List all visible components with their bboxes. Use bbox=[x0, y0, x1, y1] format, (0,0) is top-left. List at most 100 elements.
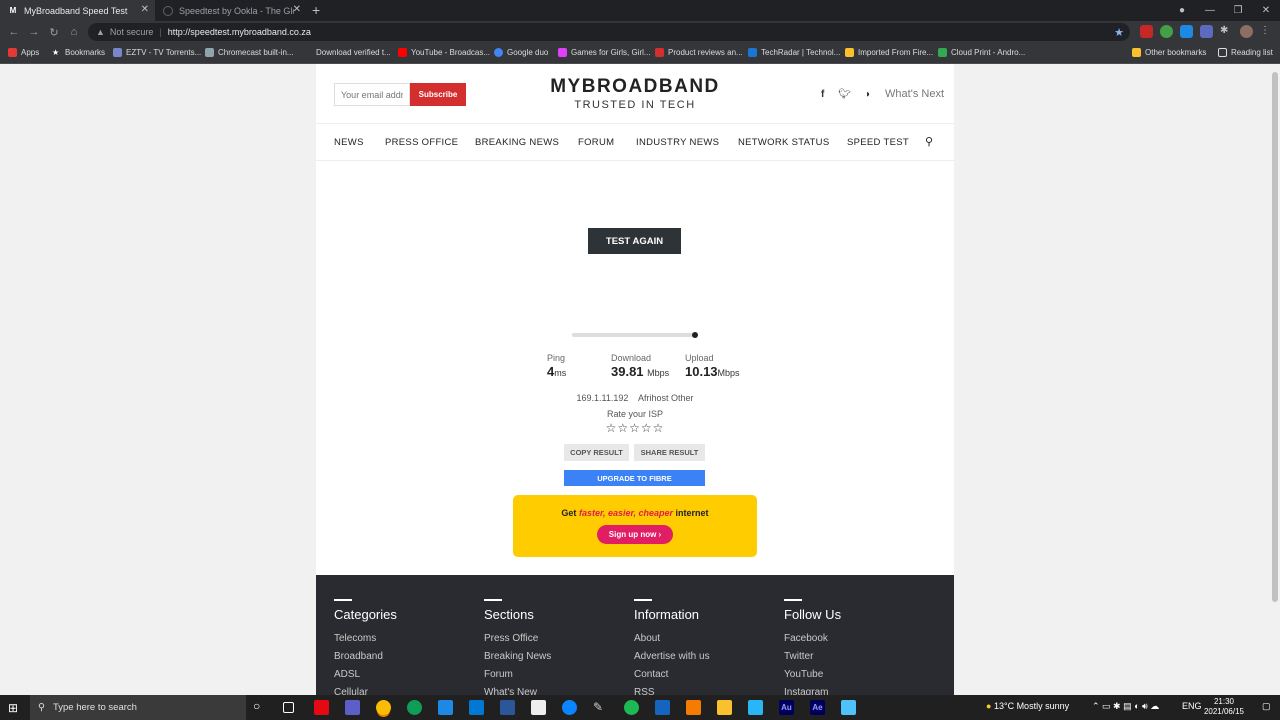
copy-result-button[interactable]: COPY RESULT bbox=[564, 444, 629, 461]
reload-icon[interactable]: ↻ bbox=[44, 26, 64, 39]
notifications-icon[interactable]: ▢ bbox=[1262, 701, 1271, 712]
nav-industry-news[interactable]: INDUSTRY NEWS bbox=[636, 137, 719, 148]
footer-link[interactable]: Telecoms bbox=[334, 633, 397, 651]
promo-banner[interactable]: Get faster, easier, cheaper internet Sig… bbox=[513, 495, 757, 557]
teams-icon[interactable] bbox=[345, 700, 360, 715]
profile-menu-icon[interactable]: ● bbox=[1168, 5, 1196, 16]
audition-icon[interactable]: Au bbox=[779, 700, 794, 715]
tray-icons[interactable]: ⌃ ▭ ✱ ▤ ◐ 🔊︎ ☁ bbox=[1092, 701, 1159, 712]
restore-icon[interactable]: ❐ bbox=[1224, 5, 1252, 16]
sign-up-button[interactable]: Sign up now › bbox=[597, 525, 673, 544]
onedrive-icon[interactable] bbox=[562, 700, 577, 715]
bookmark-bookmarks[interactable]: ★ Bookmarks bbox=[52, 48, 105, 57]
share-result-button[interactable]: SHARE RESULT bbox=[634, 444, 705, 461]
back-icon[interactable]: ← bbox=[4, 26, 24, 38]
cortana-icon[interactable]: ○ bbox=[253, 699, 268, 714]
snipping-tool-icon[interactable] bbox=[841, 700, 856, 715]
footer-link[interactable]: About bbox=[634, 633, 710, 651]
twitter-icon[interactable]: 🐦︎ bbox=[838, 89, 851, 100]
bookmark-product-reviews[interactable]: Product reviews an... bbox=[655, 48, 743, 57]
bookmark-other[interactable]: Other bookmarks bbox=[1132, 48, 1206, 57]
scrollbar-thumb[interactable] bbox=[1272, 72, 1278, 602]
nav-forum[interactable]: FORUM bbox=[578, 137, 614, 148]
menu-kebab-icon[interactable]: ⋮ bbox=[1260, 25, 1273, 38]
bookmark-games[interactable]: Games for Girls, Girl... bbox=[558, 48, 651, 57]
page-scrollbar[interactable] bbox=[1270, 64, 1280, 695]
bookmark-star-icon[interactable]: ★ bbox=[1114, 26, 1124, 39]
new-tab-icon[interactable]: + bbox=[312, 2, 320, 18]
media-player-icon[interactable] bbox=[686, 700, 701, 715]
profile-avatar[interactable] bbox=[1240, 25, 1253, 38]
minimize-icon[interactable]: — bbox=[1196, 5, 1224, 16]
footer-link[interactable]: Twitter bbox=[784, 651, 841, 669]
cast-extension-icon[interactable] bbox=[1200, 25, 1213, 38]
taskbar-search[interactable]: ⚲ Type here to search bbox=[30, 695, 246, 720]
bookmark-apps[interactable]: Apps bbox=[8, 48, 39, 57]
address-bar[interactable]: ▲ Not secure | http://speedtest.mybroadb… bbox=[88, 23, 1130, 41]
nav-speed-test[interactable]: SPEED TEST bbox=[847, 137, 909, 148]
close-window-icon[interactable]: ✕ bbox=[1252, 5, 1280, 16]
reading-list[interactable]: Reading list bbox=[1218, 48, 1273, 57]
translate-extension-icon[interactable] bbox=[1180, 25, 1193, 38]
tab-ookla[interactable]: Speedtest by Ookla - The Global ✕ bbox=[155, 0, 307, 21]
upgrade-to-fibre-button[interactable]: UPGRADE TO FIBRE bbox=[564, 470, 705, 486]
edge-icon[interactable] bbox=[407, 700, 422, 715]
nav-press-office[interactable]: PRESS OFFICE bbox=[385, 137, 458, 148]
pen-icon[interactable]: ✎ bbox=[593, 700, 608, 715]
home-icon[interactable]: ⌂ bbox=[64, 26, 84, 38]
footer-link[interactable]: What's New bbox=[484, 687, 551, 695]
word-icon[interactable] bbox=[500, 700, 515, 715]
search-icon[interactable]: ⚲ bbox=[925, 135, 933, 148]
bookmark-techradar[interactable]: TechRadar | Technol... bbox=[748, 48, 840, 57]
footer-link[interactable]: Breaking News bbox=[484, 651, 551, 669]
bookmark-eztv[interactable]: EZTV - TV Torrents... bbox=[113, 48, 201, 57]
footer-link[interactable]: Cellular bbox=[334, 687, 397, 695]
footer-link[interactable]: Facebook bbox=[784, 633, 841, 651]
pdf-extension-icon[interactable] bbox=[1140, 25, 1153, 38]
close-tab-icon[interactable]: ✕ bbox=[141, 4, 149, 15]
tab-mybroadband[interactable]: M MyBroadband Speed Test ✕ bbox=[0, 0, 155, 21]
bookmark-download[interactable]: Download verified t... bbox=[316, 48, 391, 57]
test-again-button[interactable]: TEST AGAIN bbox=[588, 228, 681, 254]
footer-link[interactable]: Contact bbox=[634, 669, 710, 687]
whats-next-link[interactable]: What's Next bbox=[885, 88, 944, 100]
facebook-icon[interactable]: f bbox=[821, 89, 824, 100]
close-tab-icon[interactable]: ✕ bbox=[293, 4, 301, 15]
notepad-icon[interactable] bbox=[748, 700, 763, 715]
rating-stars[interactable]: ☆☆☆☆☆ bbox=[316, 421, 954, 435]
after-effects-icon[interactable]: Ae bbox=[810, 700, 825, 715]
bookmark-imported[interactable]: Imported From Fire... bbox=[845, 48, 933, 57]
language-indicator[interactable]: ENG bbox=[1182, 701, 1202, 711]
footer-link[interactable]: RSS bbox=[634, 687, 710, 695]
forward-icon[interactable]: → bbox=[24, 26, 44, 38]
netflix-icon[interactable] bbox=[314, 700, 329, 715]
nav-breaking-news[interactable]: BREAKING NEWS bbox=[475, 137, 559, 148]
footer-link[interactable]: Forum bbox=[484, 669, 551, 687]
bookmark-chromecast[interactable]: Chromecast built-in... bbox=[205, 48, 294, 57]
file-explorer-icon[interactable] bbox=[717, 700, 732, 715]
extensions-puzzle-icon[interactable]: ✱ bbox=[1220, 25, 1233, 38]
footer-link[interactable]: Broadband bbox=[334, 651, 397, 669]
footer-link[interactable]: Instagram bbox=[784, 687, 841, 695]
bookmark-cloud-print[interactable]: Cloud Print - Andro... bbox=[938, 48, 1025, 57]
task-view-icon[interactable] bbox=[283, 702, 294, 713]
nav-network-status[interactable]: NETWORK STATUS bbox=[738, 137, 829, 148]
bookmark-youtube[interactable]: YouTube - Broadcas... bbox=[398, 48, 490, 57]
bookmark-duo[interactable]: Google duo bbox=[494, 48, 548, 57]
footer-link[interactable]: Advertise with us bbox=[634, 651, 710, 669]
spotify-icon[interactable] bbox=[624, 700, 639, 715]
mail-icon[interactable] bbox=[438, 700, 453, 715]
taskbar-clock[interactable]: 21:30 2021/06/15 bbox=[1204, 697, 1244, 717]
rss-icon[interactable]: ◗ bbox=[865, 89, 871, 100]
weather-widget[interactable]: ● 13°C Mostly sunny bbox=[986, 701, 1069, 711]
footer-link[interactable]: Press Office bbox=[484, 633, 551, 651]
footer-link[interactable]: YouTube bbox=[784, 669, 841, 687]
photos-icon[interactable] bbox=[655, 700, 670, 715]
outlook-icon[interactable] bbox=[469, 700, 484, 715]
windows-start-icon[interactable]: ⊞ bbox=[8, 701, 18, 715]
sync-extension-icon[interactable] bbox=[1160, 25, 1173, 38]
footer-link[interactable]: ADSL bbox=[334, 669, 397, 687]
nav-news[interactable]: NEWS bbox=[334, 137, 364, 148]
store-icon[interactable] bbox=[531, 700, 546, 715]
chrome-icon[interactable] bbox=[376, 700, 391, 715]
